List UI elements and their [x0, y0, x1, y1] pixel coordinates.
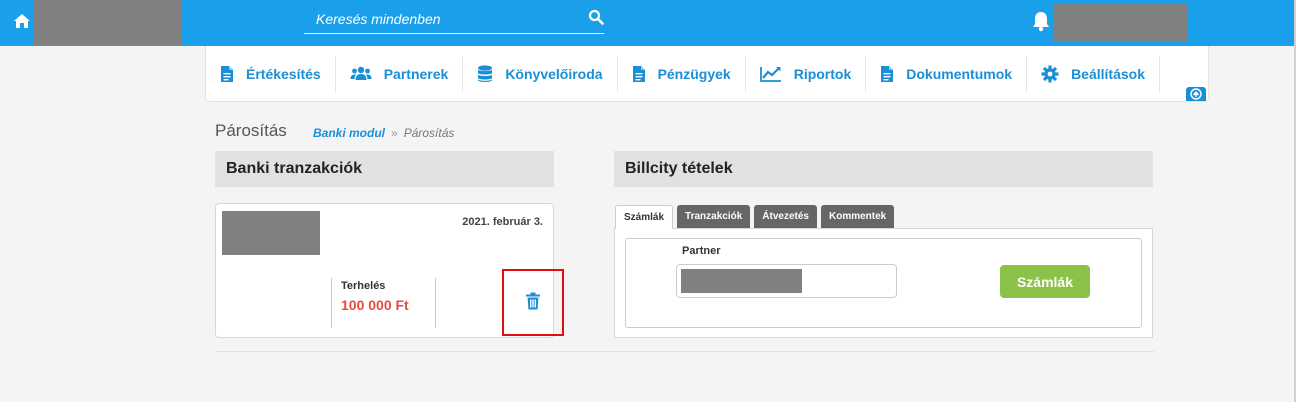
nav-label: Pénzügyek [657, 65, 731, 82]
nav-item-beallitasok[interactable]: Beállítások [1027, 55, 1160, 92]
tab-bar: Számlák Tranzakciók Átvezetés Kommentek [615, 205, 898, 229]
partner-input[interactable] [676, 264, 897, 298]
nav-item-partnerek[interactable]: Partnerek [336, 55, 464, 92]
divider [331, 278, 332, 328]
document-icon [632, 65, 645, 82]
nav-label: Riportok [793, 65, 852, 82]
partner-label: Partner [682, 245, 721, 257]
page-title: Párosítás [215, 121, 287, 140]
nav-item-konyveloiroda[interactable]: Könyvelőiroda [463, 55, 618, 92]
transaction-type-label: Terhelés [341, 280, 386, 292]
search-icon[interactable] [588, 9, 604, 25]
line-chart-icon [759, 66, 781, 82]
nav-label: Könyvelőiroda [505, 65, 603, 82]
redacted-user-name [1053, 3, 1187, 41]
nav-item-ertekesites[interactable]: Értékesítés [206, 55, 336, 92]
bell-icon[interactable] [1031, 10, 1051, 32]
redacted-transaction-name [222, 211, 320, 255]
search-bar [304, 5, 604, 34]
tab-tranzakciok[interactable]: Tranzakciók [677, 205, 751, 228]
transaction-amount: 100 000 Ft [341, 297, 409, 313]
nav-item-penzugyek[interactable]: Pénzügyek [618, 55, 746, 92]
divider [435, 278, 436, 328]
nav-label: Partnerek [383, 65, 449, 82]
nav-label: Értékesítés [246, 65, 321, 82]
search-input[interactable] [304, 5, 574, 32]
document-icon [221, 65, 233, 82]
redacted-logo [34, 0, 182, 46]
breadcrumb-separator: » [391, 126, 398, 140]
nav-collapse-button[interactable] [1186, 87, 1206, 101]
breadcrumb-link-banki-modul[interactable]: Banki modul [313, 126, 385, 140]
nav-label: Beállítások [1071, 65, 1145, 82]
database-icon [478, 64, 493, 82]
transaction-date: 2021. február 3. [462, 216, 543, 228]
breadcrumb: Banki modul » Párosítás [313, 126, 454, 140]
szamlak-button[interactable]: Számlák [1000, 265, 1090, 298]
home-button[interactable] [10, 9, 34, 33]
nav-item-riportok[interactable]: Riportok [746, 55, 867, 92]
billcity-items-header: Billcity tételek [614, 151, 1153, 187]
tab-kommentek[interactable]: Kommentek [821, 205, 895, 228]
arrow-up-circle-icon [1190, 88, 1202, 100]
nav-label: Dokumentumok [906, 65, 1013, 82]
gear-icon [1041, 65, 1059, 82]
breadcrumb-current: Párosítás [403, 126, 455, 140]
nav-item-dokumentumok[interactable]: Dokumentumok [866, 55, 1028, 92]
bank-transactions-header: Banki tranzakciók [215, 151, 554, 187]
section-divider [215, 351, 1154, 352]
tab-atvezetes[interactable]: Átvezetés [754, 205, 817, 228]
main-navigation: Értékesítés Partnerek Könyvelőiroda Pénz… [205, 46, 1209, 102]
top-bar [0, 0, 1296, 46]
tab-szamlak[interactable]: Számlák [615, 205, 674, 229]
highlight-annotation-box [502, 269, 564, 336]
redacted-partner-value [681, 269, 802, 293]
home-icon [14, 14, 30, 28]
users-icon [350, 66, 372, 80]
document-icon [881, 65, 894, 82]
